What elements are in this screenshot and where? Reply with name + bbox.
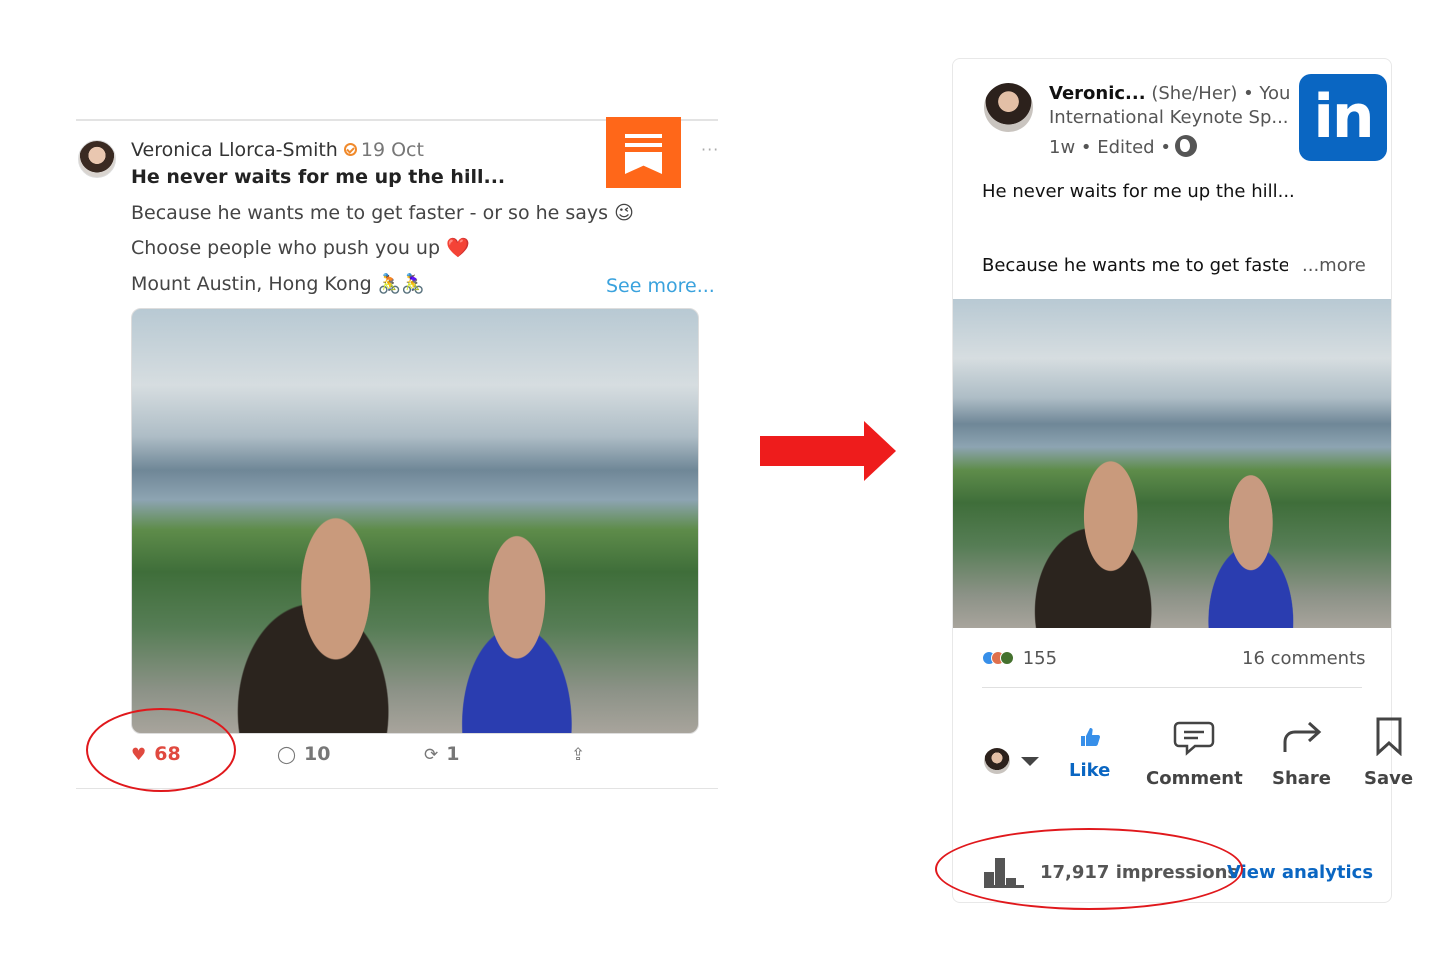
restack-icon: ⟳ bbox=[424, 745, 439, 765]
post-text-line: Choose people who push you up ❤️ bbox=[131, 237, 470, 259]
post-photo[interactable] bbox=[131, 308, 699, 734]
post-date[interactable]: 19 Oct bbox=[361, 139, 424, 161]
share-button[interactable]: ⇪ bbox=[571, 743, 593, 765]
reaction-summary[interactable]: 155 bbox=[982, 648, 1057, 669]
divider bbox=[982, 687, 1362, 688]
comment-button[interactable]: ◯ 10 bbox=[277, 743, 330, 765]
post-text-line: Because he wants me to get faster bbox=[982, 255, 1288, 276]
save-label: Save bbox=[1364, 768, 1414, 789]
author-line: Veronic... (She/Her) • You bbox=[1049, 83, 1290, 104]
annotation-circle bbox=[935, 828, 1243, 910]
thumbs-up-icon bbox=[1080, 728, 1100, 746]
comment-count: 10 bbox=[304, 743, 331, 765]
view-analytics-link[interactable]: View analytics bbox=[1227, 862, 1373, 883]
post-photo[interactable] bbox=[953, 299, 1391, 628]
share-button[interactable]: Share bbox=[1272, 720, 1331, 789]
comment-label: Comment bbox=[1146, 768, 1243, 789]
post-text-line: He never waits for me up the hill... bbox=[982, 181, 1295, 202]
like-label: Like bbox=[1069, 760, 1111, 781]
post-meta: 1w • Edited • bbox=[1049, 135, 1197, 158]
reaction-count: 155 bbox=[1022, 648, 1058, 669]
like-button[interactable]: Like bbox=[1069, 726, 1110, 781]
restack-count: 1 bbox=[446, 743, 460, 765]
post-headline: He never waits for me up the hill... bbox=[131, 166, 506, 188]
verified-badge-icon bbox=[343, 143, 357, 156]
post-text-line: Because he wants me to get faster - or s… bbox=[131, 202, 634, 224]
connection-degree: • You bbox=[1243, 83, 1291, 104]
linkedin-logo-icon: in bbox=[1299, 74, 1387, 161]
chevron-down-icon[interactable] bbox=[1021, 757, 1039, 766]
substack-logo-icon bbox=[606, 117, 681, 188]
author-name[interactable]: Veronica Llorca-Smith bbox=[131, 139, 338, 161]
post-text-line: Mount Austin, Hong Kong 🚴🚴‍♀️ bbox=[131, 273, 426, 295]
see-more-link[interactable]: ...more bbox=[1302, 255, 1366, 276]
comments-count[interactable]: 16 comments bbox=[1242, 648, 1366, 669]
post-time: 1w • Edited • bbox=[1049, 137, 1171, 158]
author-name[interactable]: Veronic... bbox=[1049, 83, 1146, 104]
avatar[interactable] bbox=[984, 83, 1033, 132]
author-line: Veronica Llorca-Smith 19 Oct bbox=[131, 139, 424, 161]
more-options-icon[interactable]: ··· bbox=[701, 140, 719, 159]
speech-bubble-icon: ◯ bbox=[277, 745, 297, 765]
share-icon: ⇪ bbox=[571, 745, 586, 765]
restack-button[interactable]: ⟳ 1 bbox=[424, 743, 459, 765]
see-more-link[interactable]: See more... bbox=[606, 275, 715, 297]
comment-icon bbox=[1174, 721, 1215, 756]
author-headline: International Keynote Sp... bbox=[1049, 107, 1289, 128]
avatar[interactable] bbox=[78, 140, 116, 178]
share-arrow-icon bbox=[1283, 721, 1321, 752]
comment-button[interactable]: Comment bbox=[1146, 720, 1243, 789]
bookmark-icon bbox=[1376, 717, 1402, 756]
reactor-avatar[interactable] bbox=[984, 748, 1010, 774]
arrow-right-icon bbox=[760, 421, 896, 481]
save-button[interactable]: Save bbox=[1364, 716, 1413, 789]
support-reaction-icon bbox=[1000, 651, 1014, 665]
share-label: Share bbox=[1272, 768, 1332, 789]
pronouns: (She/Her) bbox=[1151, 83, 1238, 104]
globe-icon bbox=[1174, 135, 1197, 157]
annotation-circle bbox=[86, 708, 236, 792]
